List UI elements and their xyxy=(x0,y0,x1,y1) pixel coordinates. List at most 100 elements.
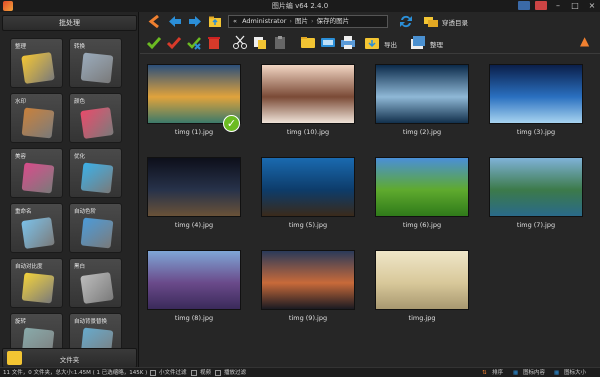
thumbnail-image[interactable] xyxy=(147,250,241,310)
forward-arrow-icon[interactable] xyxy=(188,15,202,28)
cosmetics-icon xyxy=(21,162,55,194)
tool-cosmetics[interactable]: 美容 xyxy=(10,148,63,198)
skin-icon[interactable] xyxy=(518,1,530,10)
tool-color-balls[interactable]: 颜色 xyxy=(69,93,122,143)
invert-selection-icon[interactable] xyxy=(186,35,202,50)
path-part-pictures[interactable]: 图片 xyxy=(295,17,308,25)
thumbnail-image[interactable] xyxy=(261,157,355,217)
batch-process-header[interactable]: 批处理 xyxy=(2,15,137,31)
video-checkbox[interactable] xyxy=(191,370,197,376)
tool-levels-chart[interactable]: 自动色阶 xyxy=(69,203,122,253)
thumbnail-image[interactable] xyxy=(375,250,469,310)
rename-icon xyxy=(21,217,55,249)
tool-label: 自动对比度 xyxy=(15,264,43,270)
small-file-filter-label[interactable]: 小文件过滤 xyxy=(159,368,187,377)
thumbnail-item[interactable]: timg (1).jpg ✓ xyxy=(144,60,244,140)
tool-watermark-stamp[interactable]: 水印 xyxy=(10,93,63,143)
path-root[interactable]: Administrator xyxy=(242,17,286,25)
selected-check-icon[interactable]: ✓ xyxy=(223,115,240,132)
through-directory-icon[interactable] xyxy=(423,15,439,28)
thumb-size-label[interactable]: 图标大小 xyxy=(564,368,586,377)
path-breadcrumb[interactable]: « Administrator › 图片 › 保存的图片 xyxy=(228,15,388,28)
export-label[interactable]: 导出 xyxy=(384,39,397,49)
through-directory-label[interactable]: 穿透目录 xyxy=(442,17,468,27)
close-button[interactable]: × xyxy=(586,1,598,10)
tool-label: 整理 xyxy=(15,44,27,50)
copy-icon[interactable] xyxy=(252,35,268,50)
tool-label: 重命名 xyxy=(15,209,32,215)
cut-scissors-icon[interactable] xyxy=(232,35,248,50)
collapse-left-icon[interactable] xyxy=(148,15,162,28)
tool-rename[interactable]: 重命名 xyxy=(10,203,63,253)
thumbnail-item[interactable]: timg (7).jpg xyxy=(486,153,586,233)
tool-convert[interactable]: 转换 xyxy=(69,38,122,88)
rotate-icon xyxy=(21,327,55,350)
small-file-filter-checkbox[interactable] xyxy=(150,370,156,376)
thumbnail-item[interactable]: timg (8).jpg xyxy=(144,246,244,326)
thumbnail-item[interactable]: timg (2).jpg xyxy=(372,60,472,140)
check-green-icon[interactable] xyxy=(146,35,162,50)
delete-trash-icon[interactable] xyxy=(206,35,222,50)
organize-label[interactable]: 整理 xyxy=(430,39,443,49)
thumbnail-image[interactable] xyxy=(375,157,469,217)
thumb-content-label[interactable]: 图标内容 xyxy=(523,368,545,377)
thumbnail-filename: timg (7).jpg xyxy=(516,221,556,229)
tool-contrast-sun[interactable]: 自动对比度 xyxy=(10,258,63,308)
thumbnail-item[interactable]: timg (5).jpg xyxy=(258,153,358,233)
thumbnail-image[interactable] xyxy=(261,64,355,124)
print-icon[interactable] xyxy=(340,35,356,50)
slideshow-icon[interactable] xyxy=(320,35,336,50)
minimize-button[interactable]: – xyxy=(552,1,564,10)
path-back-chevron[interactable]: « xyxy=(233,17,237,25)
thumbnail-item[interactable]: timg (10).jpg xyxy=(258,60,358,140)
check-red-icon[interactable] xyxy=(166,35,182,50)
back-arrow-icon[interactable] xyxy=(168,15,182,28)
thumbnail-filename: timg (5).jpg xyxy=(288,221,328,229)
open-folder-icon[interactable] xyxy=(300,35,316,50)
title-bar: 图片编 v64 2.4.0 – □ × xyxy=(0,0,600,12)
collapse-up-icon[interactable]: ▲ xyxy=(580,35,592,47)
export-icon[interactable] xyxy=(364,35,380,50)
tool-background-replace[interactable]: 自动背景替换 xyxy=(69,313,122,350)
maximize-button[interactable]: □ xyxy=(569,1,581,10)
path-part-saved-pictures[interactable]: 保存的图片 xyxy=(317,17,350,25)
status-bar: 11 文件，0 文件夹，总大小:1.45M ( 1 已选缩略，145K ) 小文… xyxy=(0,367,600,377)
tool-label: 水印 xyxy=(15,99,27,105)
tool-grid: 整理 转换水印 颜色 美容 优化重命名 自动色阶自动对比度 黑白旋转 自动背景替换 xyxy=(10,38,128,350)
tool-label: 转换 xyxy=(74,44,86,50)
thumbnail-item[interactable]: timg.jpg xyxy=(372,246,472,326)
paste-clipboard-icon[interactable] xyxy=(272,35,288,50)
thumbnail-image[interactable] xyxy=(147,157,241,217)
thumbnail-image[interactable] xyxy=(261,250,355,310)
window-controls: – □ × xyxy=(518,1,598,10)
folder-up-icon[interactable] xyxy=(208,15,222,28)
menu-icon[interactable] xyxy=(535,1,547,10)
thumb-size-icon[interactable]: ▦ xyxy=(554,368,559,377)
status-summary: 11 文件，0 文件夹，总大小:1.45M ( 1 已选缩略，145K ) xyxy=(3,370,148,376)
sort-icon[interactable]: ⇅ xyxy=(482,368,487,377)
thumb-content-icon[interactable]: ▦ xyxy=(513,368,518,377)
tool-photos-stack[interactable]: 整理 xyxy=(10,38,63,88)
thumbnail-filename: timg.jpg xyxy=(408,314,436,322)
thumbnail-image[interactable] xyxy=(489,64,583,124)
tool-rotate[interactable]: 旋转 xyxy=(10,313,63,350)
thumbnail-filename: timg (8).jpg xyxy=(174,314,214,322)
thumbnail-item[interactable]: timg (6).jpg xyxy=(372,153,472,233)
organize-photos-icon[interactable] xyxy=(410,35,426,50)
color-balls-icon xyxy=(80,107,114,139)
sort-filter-checkbox[interactable] xyxy=(215,370,221,376)
folder-button[interactable]: 文件夹 xyxy=(2,348,137,368)
tool-optimize-photo[interactable]: 优化 xyxy=(69,148,122,198)
thumbnail-item[interactable]: timg (9).jpg xyxy=(258,246,358,326)
tool-label: 旋转 xyxy=(15,319,27,325)
thumbnail-image[interactable] xyxy=(375,64,469,124)
sort-label[interactable]: 排序 xyxy=(492,368,503,377)
sort-filter-label[interactable]: 播放过滤 xyxy=(224,368,246,377)
video-label[interactable]: 视频 xyxy=(200,368,211,377)
refresh-icon[interactable] xyxy=(398,14,414,29)
thumbnail-item[interactable]: timg (4).jpg xyxy=(144,153,244,233)
tool-grayscale-photo[interactable]: 黑白 xyxy=(69,258,122,308)
thumbnail-grid: timg (1).jpg ✓ timg (10).jpg timg (2).jpg ti… xyxy=(144,60,594,356)
thumbnail-item[interactable]: timg (3).jpg xyxy=(486,60,586,140)
thumbnail-image[interactable] xyxy=(489,157,583,217)
